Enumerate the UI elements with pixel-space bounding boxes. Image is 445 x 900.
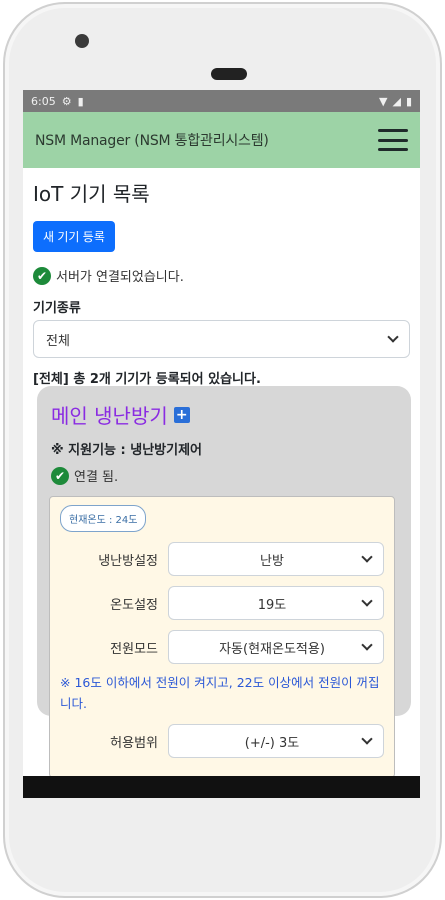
battery-icon: ▮ [405, 94, 412, 108]
server-status-text: 서버가 연결되었습니다. [56, 270, 184, 285]
chevron-down-icon [361, 595, 373, 607]
app-title: NSM Manager (NSM 통합관리시스템) [35, 133, 269, 149]
check-circle-icon: ✔ [33, 266, 51, 285]
tolerance-select[interactable]: (+/-) 3도 [168, 724, 384, 758]
server-status: ✔ 서버가 연결되었습니다. [33, 266, 410, 285]
mode-value: 난방 [260, 553, 284, 569]
temperature-label: 온도설정 [110, 597, 158, 613]
chevron-down-icon [361, 733, 373, 745]
temperature-select[interactable]: 19도 [168, 586, 384, 620]
control-row-mode: 냉난방설정 난방 [60, 542, 384, 576]
earpiece-speaker [211, 68, 247, 80]
chevron-down-icon [361, 551, 373, 563]
connection-status: ✔ 연결 됨. [51, 466, 397, 485]
chevron-down-icon [361, 639, 373, 651]
mode-label: 냉난방설정 [98, 553, 158, 569]
control-row-tolerance: 허용범위 (+/-) 3도 [60, 724, 384, 758]
chevron-down-icon [387, 331, 399, 343]
device-count-summary: [전체] 총 2개 기기가 등록되어 있습니다. [33, 372, 261, 387]
front-camera [75, 34, 89, 48]
temperature-value: 19도 [257, 597, 287, 613]
device-type-value: 전체 [46, 333, 70, 349]
sim-card-icon: ▮ [77, 94, 84, 108]
signal-icon: ◢ [392, 94, 401, 108]
control-row-temperature: 온도설정 19도 [60, 586, 384, 620]
status-time: 6:05 [31, 94, 56, 108]
expand-plus-icon[interactable]: + [173, 406, 190, 423]
tolerance-value: (+/-) 3도 [244, 735, 300, 751]
device-name: 메인 냉난방기 [51, 404, 168, 428]
device-type-select[interactable]: 전체 [33, 320, 410, 358]
power-mode-value: 자동(현재온도적용) [219, 641, 325, 657]
settings-status-icon: ⚙ [61, 94, 72, 108]
power-mode-select[interactable]: 자동(현재온도적용) [168, 630, 384, 664]
power-mode-note: ※ 16도 이하에서 전원이 켜지고, 22도 이상에서 전원이 꺼집니다. [60, 675, 380, 711]
current-temp-badge: 현재온도 : 24도 [60, 505, 147, 532]
page-title: IoT 기기 목록 [33, 182, 150, 206]
phone-screen: 6:05 ⚙ ▮ ▼ ◢ ▮ NSM Manager (NSM 통합관리시스템)… [23, 90, 420, 798]
control-panel: 현재온도 : 24도 냉난방설정 난방 온도설정 19도 전원모드 자동(현재온… [49, 496, 395, 778]
system-nav-bar [23, 776, 420, 798]
app-bar: NSM Manager (NSM 통합관리시스템) [23, 112, 420, 168]
power-mode-label: 전원모드 [110, 641, 158, 657]
mode-select[interactable]: 난방 [168, 542, 384, 576]
wifi-icon: ▼ [379, 94, 388, 108]
device-header: 메인 냉난방기 + [51, 400, 397, 429]
status-bar: 6:05 ⚙ ▮ ▼ ◢ ▮ [23, 90, 420, 112]
control-row-power-mode: 전원모드 자동(현재온도적용) [60, 630, 384, 664]
device-type-label: 기기종류 [33, 301, 81, 316]
check-circle-icon: ✔ [51, 466, 69, 485]
menu-icon[interactable] [378, 129, 408, 151]
connection-status-text: 연결 됨. [74, 470, 119, 485]
device-card: 메인 냉난방기 + ※ 지원기능 : 냉난방기제어 ✔ 연결 됨. 현재온도 :… [37, 386, 411, 778]
device-feature: ※ 지원기능 : 냉난방기제어 [51, 443, 203, 458]
tolerance-label: 허용범위 [110, 735, 158, 751]
new-device-button[interactable]: 새 기기 등록 [33, 221, 115, 252]
